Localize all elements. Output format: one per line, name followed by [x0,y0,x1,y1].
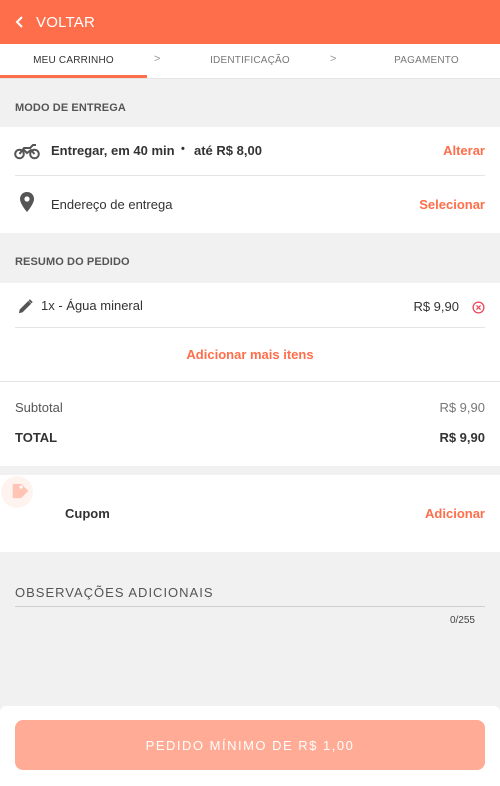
subtotal-value: R$ 9,90 [439,400,485,415]
active-step-indicator [0,75,147,78]
delivery-mode-row: Entregar, em 40 min • até R$ 8,00 Altera… [0,127,500,175]
step-separator: > [154,53,161,65]
notes-char-counter: 0/255 [449,615,475,626]
step-payment[interactable]: PAGAMENTO [353,44,500,79]
order-section-label: RESUMO DO PEDIDO [15,256,130,268]
footer: PEDIDO MÍNIMO DE R$ 1,00 [0,706,500,786]
checkout-steps: MEU CARRINHO > IDENTIFICAÇÃO > PAGAMENTO [0,44,500,79]
back-button[interactable]: VOLTAR [14,14,95,31]
address-label: Endereço de entrega [51,197,173,212]
step-identification[interactable]: IDENTIFICAÇÃO [176,44,324,79]
back-label: VOLTAR [36,13,95,31]
notes-input-underline[interactable] [15,606,485,607]
select-address-link[interactable]: Selecionar [419,197,485,212]
delivery-fee-text: até R$ 8,00 [194,143,262,158]
total-label: TOTAL [15,430,58,445]
coupon-card: Cupom Adicionar [0,475,500,552]
step-cart[interactable]: MEU CARRINHO [0,44,147,79]
total-value: R$ 9,90 [439,430,485,445]
change-delivery-link[interactable]: Alterar [443,143,485,158]
add-more-row: Adicionar mais itens [0,328,500,381]
delivery-mode-text: Entregar, em 40 min [51,143,175,158]
address-row[interactable]: Endereço de entrega Selecionar [0,176,500,233]
delivery-card: Entregar, em 40 min • até R$ 8,00 Altera… [0,127,500,233]
coupon-tag-icon [0,476,34,513]
delivery-section-label: MODO DE ENTREGA [15,102,126,114]
step-separator: > [330,53,337,65]
pencil-icon[interactable] [17,298,33,314]
bullet-separator: • [181,143,185,155]
chevron-left-icon [15,16,23,28]
order-item-price: R$ 9,90 [413,299,459,314]
order-item-description: 1x - Água mineral [41,298,143,313]
divider [0,381,500,382]
order-card: 1x - Água mineral R$ 9,90 Adicionar mais… [0,283,500,466]
top-bar: VOLTAR [0,0,500,44]
notes-title: OBSERVAÇÕES ADICIONAIS [15,585,214,600]
minimum-order-button[interactable]: PEDIDO MÍNIMO DE R$ 1,00 [15,720,485,770]
motorcycle-icon [14,141,40,161]
remove-item-icon[interactable] [471,300,485,314]
location-pin-icon [19,192,35,212]
add-coupon-link[interactable]: Adicionar [425,506,485,521]
subtotal-label: Subtotal [15,400,63,415]
add-more-items-link[interactable]: Adicionar mais itens [0,347,500,362]
order-item-row: 1x - Água mineral R$ 9,90 [0,283,500,329]
coupon-label: Cupom [65,506,110,521]
